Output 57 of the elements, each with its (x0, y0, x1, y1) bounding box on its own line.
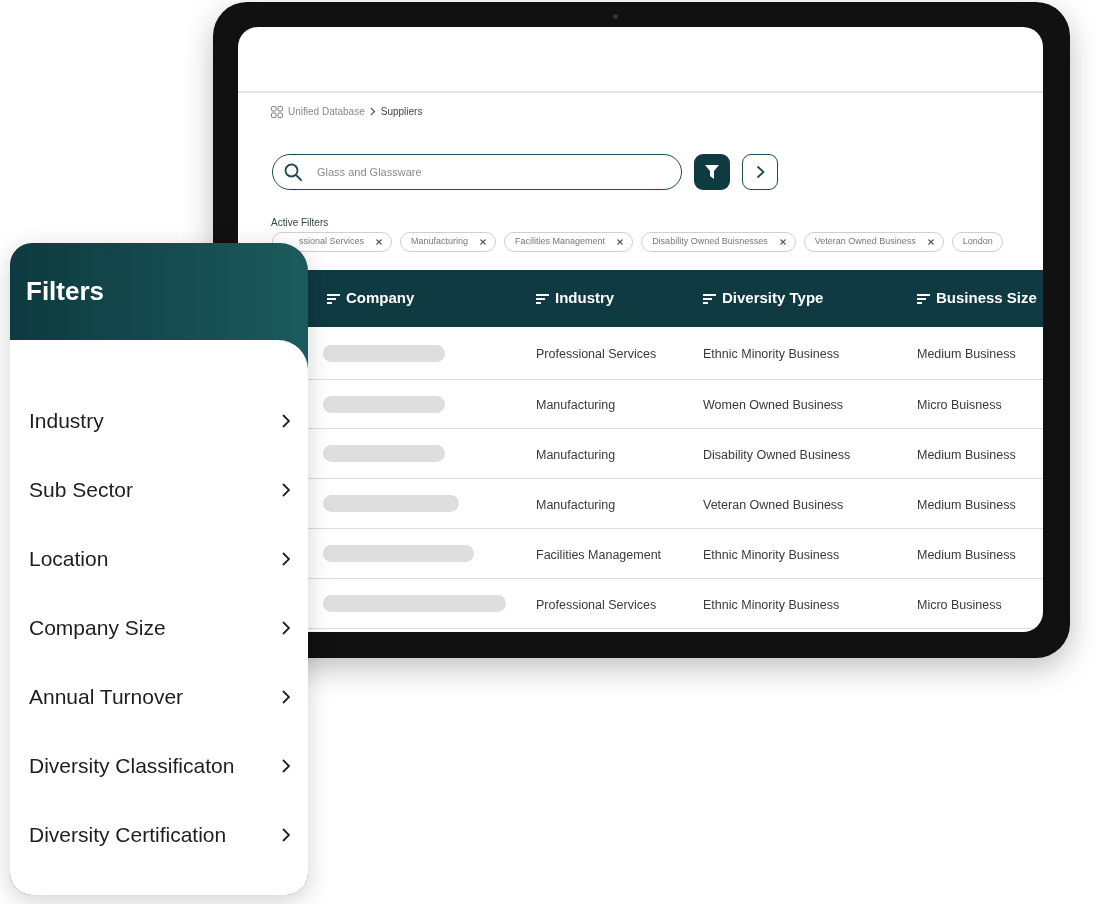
filter-category[interactable]: Location (10, 524, 308, 593)
sort-icon (703, 293, 716, 304)
sort-icon (536, 293, 549, 304)
chevron-right-icon (282, 827, 290, 842)
sort-icon (327, 293, 340, 304)
table-cell: Ethnic Minority Business (703, 347, 840, 361)
table-cell: Micro Business (917, 597, 1002, 612)
chevron-right-icon (282, 482, 290, 497)
sort-icon (917, 293, 930, 304)
chevron-right-icon (282, 758, 290, 773)
table-cell: Medium Business (917, 447, 1016, 462)
table-cell: Women Owned Business (703, 398, 844, 412)
table-cell: Ethnic Minority Business (703, 597, 840, 612)
filter-category[interactable]: Industry (10, 386, 308, 455)
table-cell: Facilities Management (536, 547, 662, 562)
active-filters-label: Active Filters (270, 216, 330, 229)
table-cell: Professional Services (536, 347, 657, 361)
table-cell: Micro Buisness (917, 398, 1002, 412)
search-field[interactable]: Glass and Glassware (272, 154, 682, 190)
table-cell: Medium Business (917, 347, 1016, 361)
close-icon[interactable] (779, 239, 786, 245)
panel-title: Filters (26, 275, 105, 308)
table-cell: Manufacturing (536, 398, 616, 412)
filter-button[interactable] (694, 154, 730, 190)
table-cell: Professional Services (536, 597, 657, 612)
close-icon[interactable] (376, 239, 383, 245)
chevron-right-icon (282, 413, 290, 428)
table-cell: Ethnic Minority Business (703, 547, 840, 562)
chevron-right-icon (282, 620, 290, 635)
next-button[interactable] (742, 154, 778, 190)
chevron-right-icon (369, 107, 376, 116)
chevron-right-icon (282, 689, 290, 704)
close-icon[interactable] (480, 239, 487, 245)
table-cell: Medium Business (917, 497, 1016, 512)
breadcrumb-link[interactable]: Suppliers (380, 104, 423, 119)
grid-icon (271, 105, 283, 118)
column-header[interactable]: Business Size (936, 287, 1037, 310)
table-cell: Disability Owned Business (703, 447, 851, 462)
filter-category[interactable]: Annual Turnover (10, 662, 308, 731)
filter-category[interactable]: Diversity Classificaton (10, 731, 308, 800)
close-icon[interactable] (617, 239, 624, 245)
column-header[interactable]: Industry (555, 287, 615, 310)
filter-category[interactable]: Company Size (10, 593, 308, 662)
chevron-right-icon (755, 165, 765, 179)
column-header[interactable]: Diversity Type (722, 287, 824, 310)
close-icon[interactable] (927, 239, 934, 245)
filter-icon (705, 165, 719, 179)
table-cell: Veteran Owned Business (703, 497, 844, 512)
column-header[interactable]: Company (346, 287, 415, 310)
filter-category[interactable]: Diversity Certification (10, 800, 308, 869)
search-icon (284, 163, 302, 181)
filter-category[interactable]: Sub Sector (10, 455, 308, 524)
chevron-right-icon (282, 551, 290, 566)
table-cell: Manufacturing (536, 497, 616, 512)
table-cell: Manufacturing (536, 447, 616, 462)
table-cell: Medium Business (917, 547, 1016, 562)
breadcrumb-link[interactable]: Unified Database (288, 104, 365, 119)
